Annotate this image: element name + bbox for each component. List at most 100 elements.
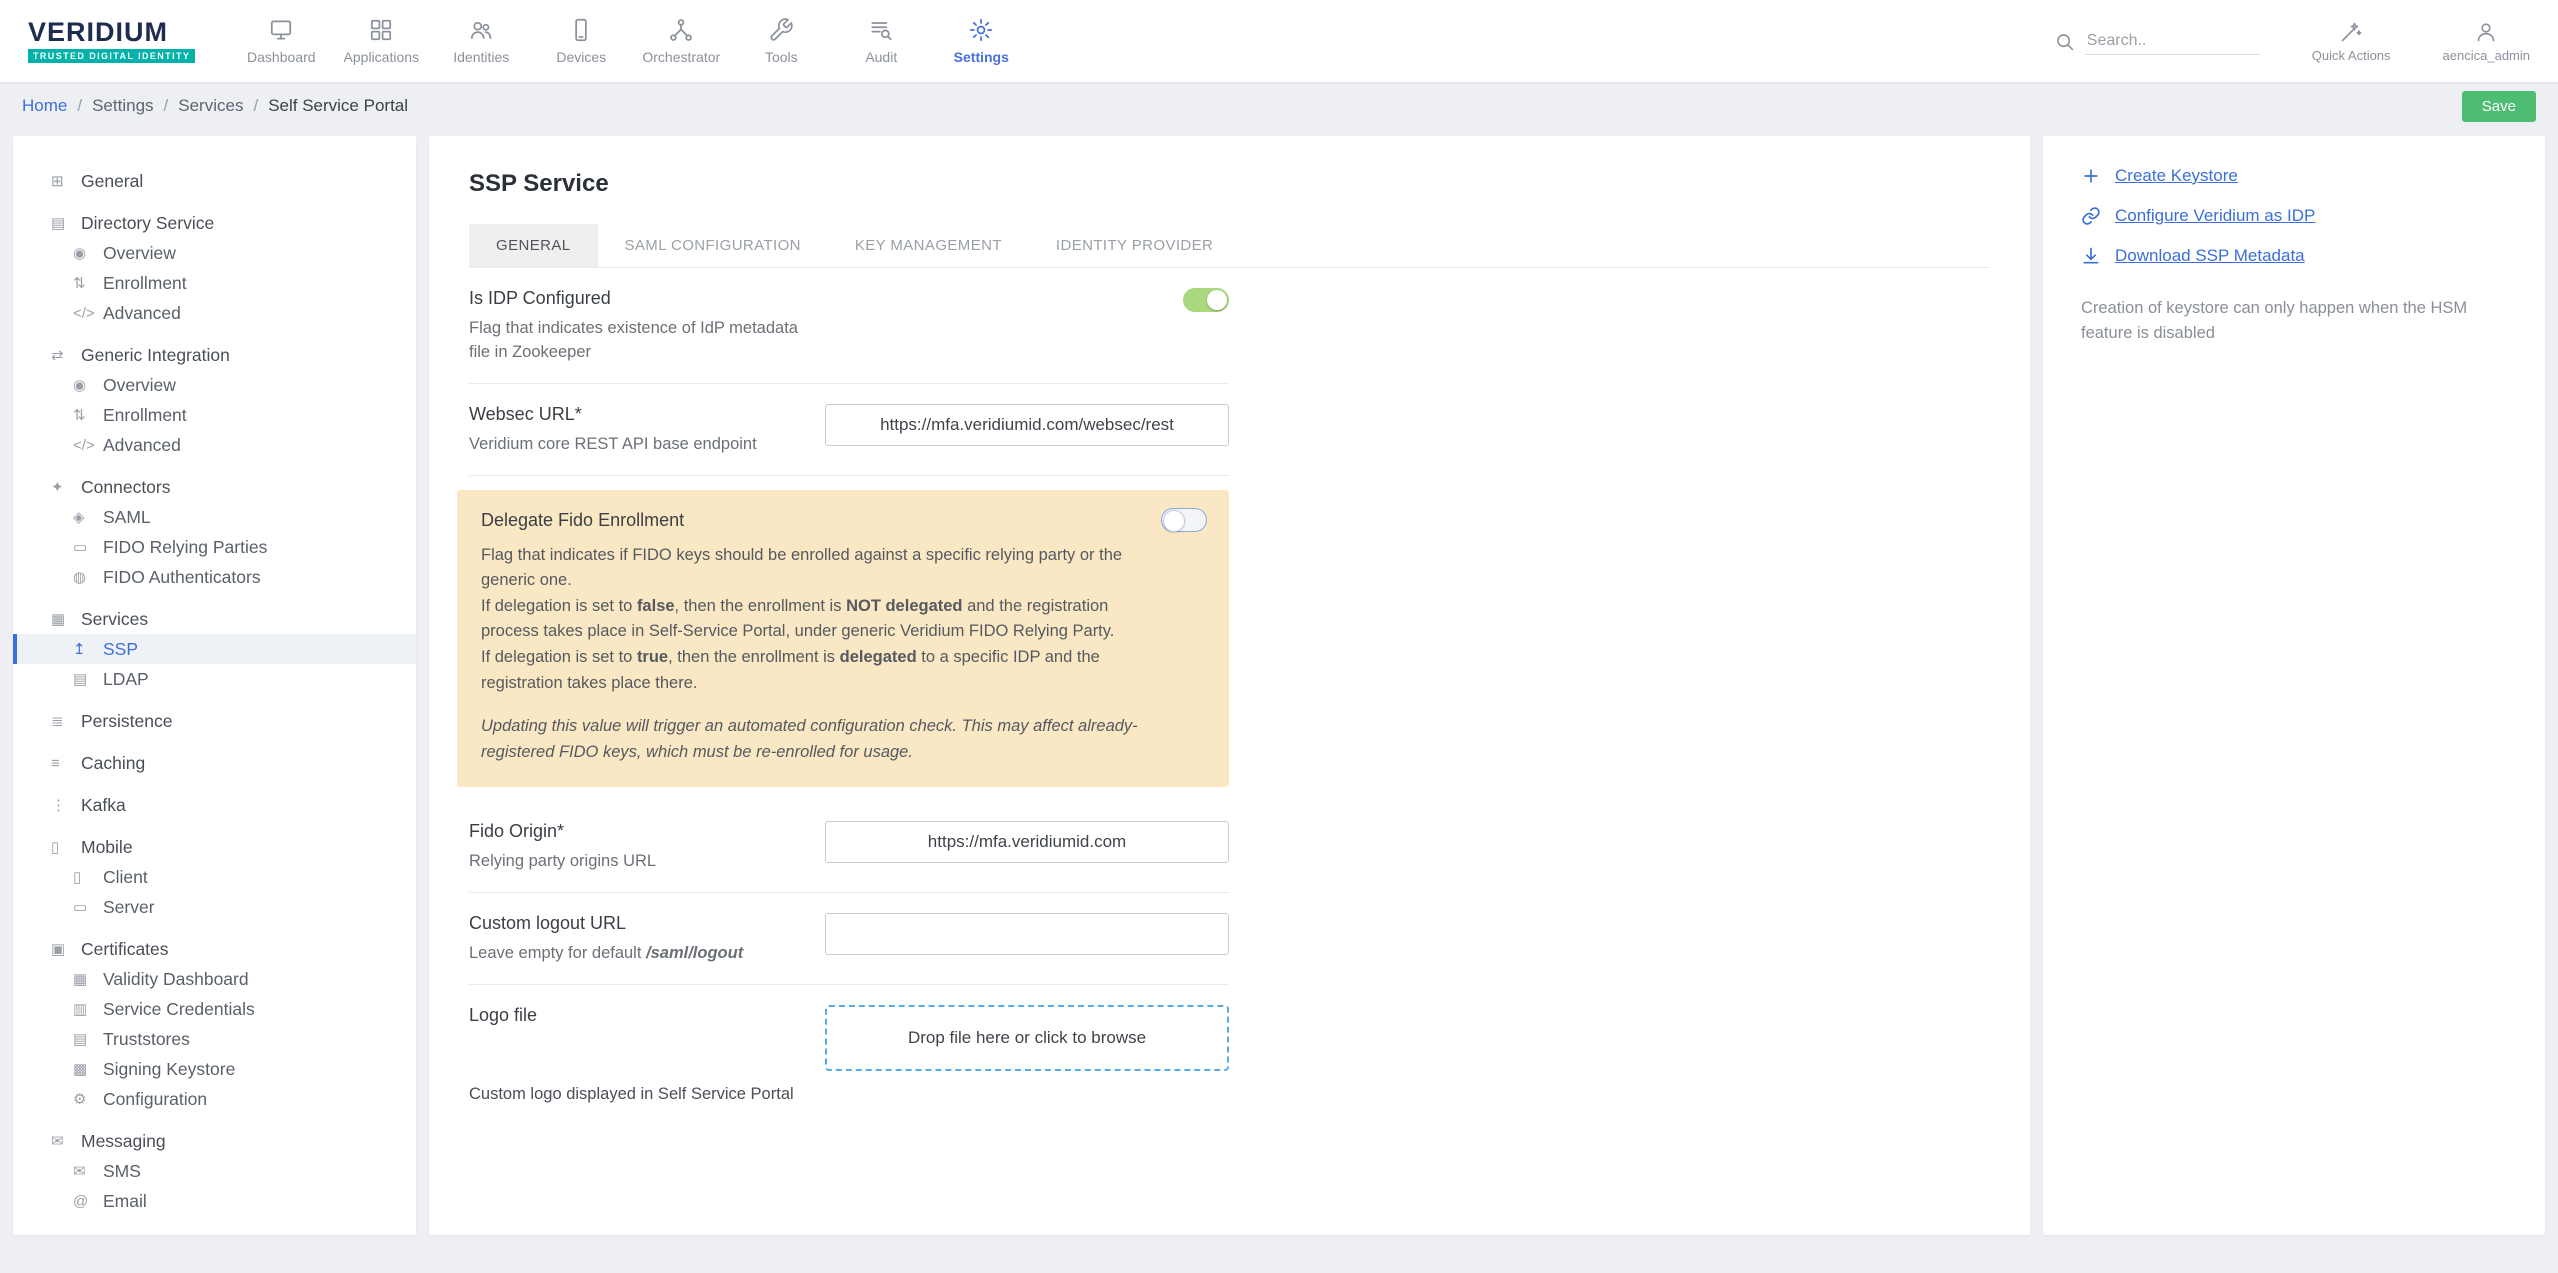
custom-logout-url-input[interactable] [825, 913, 1229, 955]
sidebar-item-icon: ✦ [51, 478, 81, 496]
sidebar-item[interactable]: @ Email [13, 1186, 416, 1216]
field-row-logo-file: Logo file Drop file here or click to bro… [469, 985, 1229, 1122]
nav-item-identities[interactable]: Identities [431, 0, 531, 82]
sidebar-item[interactable]: ≡ Caching [13, 748, 416, 778]
sidebar-item[interactable]: ⇄ Generic Integration [13, 340, 416, 370]
sidebar-item-icon: ▤ [51, 214, 81, 232]
ssp-service-panel: SSP Service GENERAL SAML CONFIGURATION K… [429, 136, 2030, 1235]
sidebar-item-label: FIDO Authenticators [103, 567, 261, 588]
sidebar-item-icon: ≣ [51, 712, 81, 730]
sidebar-item-icon: ◉ [73, 244, 103, 262]
sidebar-item-label: Enrollment [103, 273, 187, 294]
sidebar-item-icon: ↥ [73, 640, 103, 658]
sidebar-item-label: Generic Integration [81, 345, 230, 366]
logo-file-label: Logo file [469, 1005, 805, 1026]
fido-origin-input[interactable] [825, 821, 1229, 863]
sidebar-item[interactable]: ◍ FIDO Authenticators [13, 562, 416, 592]
websec-url-label: Websec URL* [469, 404, 805, 425]
breadcrumb-services[interactable]: Services [178, 96, 243, 116]
sidebar-item-label: Truststores [103, 1029, 190, 1050]
nav-label: Applications [344, 49, 420, 65]
sidebar-item[interactable]: ↥ SSP [13, 634, 416, 664]
download-ssp-metadata-link[interactable]: Download SSP Metadata [2081, 246, 2507, 266]
search-input[interactable] [2085, 28, 2260, 55]
logo-file-dropzone[interactable]: Drop file here or click to browse [825, 1005, 1229, 1071]
sidebar-item[interactable]: ✉ SMS [13, 1156, 416, 1186]
nav-label: Settings [954, 49, 1009, 65]
sidebar-item[interactable]: </> Advanced [13, 298, 416, 328]
nav-item-orchestrator[interactable]: Orchestrator [631, 0, 731, 82]
is-idp-configured-toggle[interactable] [1183, 288, 1229, 312]
sidebar-item-label: Certificates [81, 939, 169, 960]
sidebar-item[interactable]: ≣ Persistence [13, 706, 416, 736]
sidebar-item[interactable]: ◉ Overview [13, 370, 416, 400]
sidebar-item[interactable]: ▭ FIDO Relying Parties [13, 532, 416, 562]
websec-url-input[interactable] [825, 404, 1229, 446]
breadcrumb-separator: / [253, 96, 258, 116]
sidebar-item[interactable]: ⚙ Configuration [13, 1084, 416, 1114]
breadcrumb-settings[interactable]: Settings [92, 96, 153, 116]
configure-veridium-idp-label: Configure Veridium as IDP [2115, 206, 2315, 226]
delegate-fido-toggle[interactable] [1161, 508, 1207, 532]
is-idp-configured-description: Flag that indicates existence of IdP met… [469, 317, 805, 365]
sidebar-item[interactable]: </> Advanced [13, 430, 416, 460]
sidebar-item[interactable]: ✦ Connectors [13, 472, 416, 502]
sidebar-item[interactable]: ◈ SAML [13, 502, 416, 532]
sidebar-item[interactable]: ✉ Messaging [13, 1126, 416, 1156]
create-keystore-link[interactable]: Create Keystore [2081, 166, 2507, 186]
nav-item-settings[interactable]: Settings [931, 0, 1031, 82]
nav-item-tools[interactable]: Tools [731, 0, 831, 82]
tab[interactable]: KEY MANAGEMENT [828, 224, 1029, 267]
tab[interactable]: GENERAL [469, 224, 598, 267]
sidebar-item-icon: ▦ [51, 610, 81, 628]
user-menu[interactable]: aencica_admin [2443, 20, 2530, 63]
sidebar-item[interactable]: ▤ Directory Service [13, 208, 416, 238]
sidebar-item-icon: ✉ [51, 1132, 81, 1150]
sidebar-item-label: Persistence [81, 711, 172, 732]
sidebar-item-icon: </> [73, 305, 103, 322]
sidebar-item-icon: ⇅ [73, 406, 103, 424]
nav-item-applications[interactable]: Applications [331, 0, 431, 82]
sidebar-item[interactable]: ⇅ Enrollment [13, 400, 416, 430]
nav-label: Tools [765, 49, 798, 65]
sidebar-item-icon: </> [73, 437, 103, 454]
breadcrumb-current: Self Service Portal [268, 96, 408, 116]
tab[interactable]: IDENTITY PROVIDER [1029, 224, 1240, 267]
global-search [2054, 28, 2260, 55]
sidebar-item[interactable]: ⋮ Kafka [13, 790, 416, 820]
sidebar-item[interactable]: ◉ Overview [13, 238, 416, 268]
sidebar-item[interactable]: ▥ Service Credentials [13, 994, 416, 1024]
sidebar-item[interactable]: ▤ Truststores [13, 1024, 416, 1054]
ssp-general-form: Is IDP Configured Flag that indicates ex… [469, 268, 1229, 1122]
nav-item-dashboard[interactable]: Dashboard [231, 0, 331, 82]
sidebar-item-label: Email [103, 1191, 147, 1212]
sidebar-item[interactable]: ▦ Validity Dashboard [13, 964, 416, 994]
sidebar-item[interactable]: ▤ LDAP [13, 664, 416, 694]
delegate-fido-warning: Updating this value will trigger an auto… [481, 714, 1141, 765]
sidebar-item-label: SAML [103, 507, 151, 528]
tab[interactable]: SAML CONFIGURATION [598, 224, 828, 267]
sidebar-item-label: FIDO Relying Parties [103, 537, 267, 558]
sidebar-item[interactable]: ▩ Signing Keystore [13, 1054, 416, 1084]
download-ssp-metadata-label: Download SSP Metadata [2115, 246, 2305, 266]
nav-item-audit[interactable]: Audit [831, 0, 931, 82]
breadcrumb-separator: / [164, 96, 169, 116]
field-row-websec-url: Websec URL* Veridium core REST API base … [469, 384, 1229, 476]
sidebar-item[interactable]: ▣ Certificates [13, 934, 416, 964]
devices-icon [568, 17, 594, 43]
sidebar-item[interactable]: ▦ Services [13, 604, 416, 634]
identities-icon [468, 17, 494, 43]
sidebar-item-label: Overview [103, 243, 176, 264]
save-button[interactable]: Save [2462, 91, 2536, 122]
sidebar-item[interactable]: ⇅ Enrollment [13, 268, 416, 298]
sidebar-item-label: SMS [103, 1161, 141, 1182]
breadcrumb-home[interactable]: Home [22, 96, 67, 116]
sidebar-item[interactable]: ▯ Client [13, 862, 416, 892]
veridium-logo[interactable]: VERIDIUM TRUSTED DIGITAL IDENTITY [28, 19, 195, 64]
sidebar-item[interactable]: ▭ Server [13, 892, 416, 922]
sidebar-item[interactable]: ▯ Mobile [13, 832, 416, 862]
quick-actions-button[interactable]: Quick Actions [2312, 20, 2391, 63]
sidebar-item[interactable]: ⊞ General [13, 166, 416, 196]
nav-item-devices[interactable]: Devices [531, 0, 631, 82]
configure-veridium-idp-link[interactable]: Configure Veridium as IDP [2081, 206, 2507, 226]
